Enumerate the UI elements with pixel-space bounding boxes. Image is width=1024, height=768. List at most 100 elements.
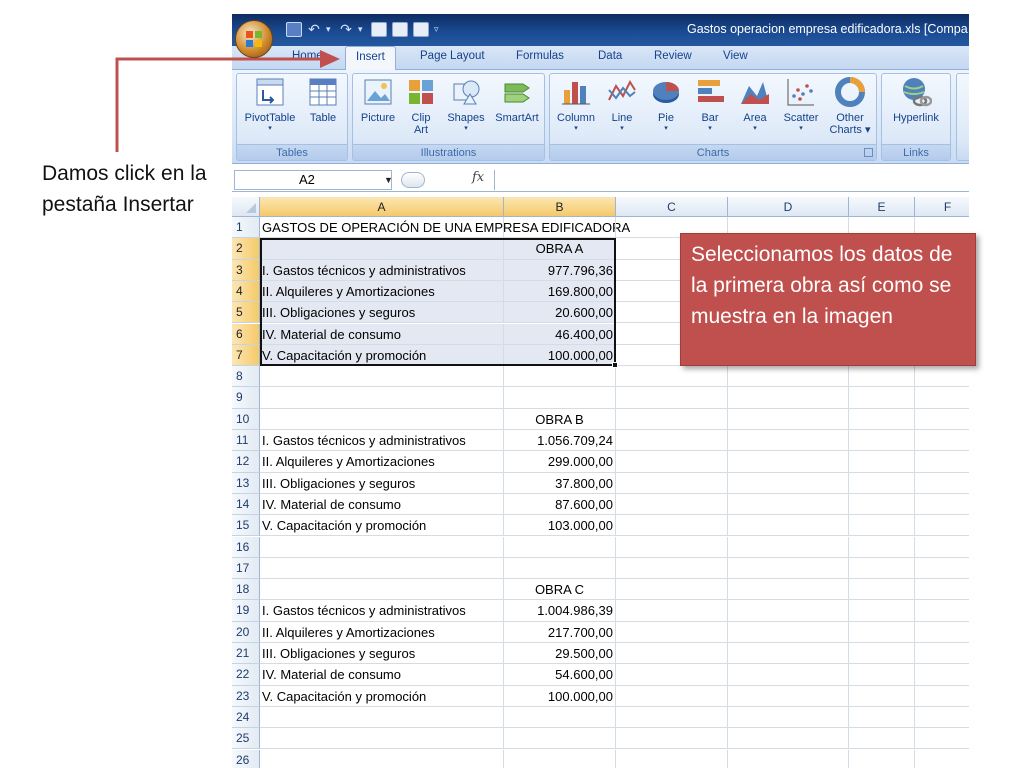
cell-c[interactable] [616,451,728,473]
cell-a[interactable]: V. Capacitación y promoción [260,515,504,537]
row-header[interactable]: 7 [232,344,260,367]
cell-a[interactable] [260,536,504,558]
formula-bar-resize-handle[interactable] [401,172,425,188]
cell-e[interactable] [849,472,915,494]
cell-a[interactable]: II. Alquileres y Amortizaciones [260,451,504,473]
cell-a[interactable]: GASTOS DE OPERACIÓN DE UNA EMPRESA EDIFI… [260,217,630,239]
chevron-down-icon[interactable]: ▾ [358,22,366,37]
cell-c[interactable] [616,664,728,686]
cell-a[interactable] [260,728,504,750]
cell-a[interactable]: II. Alquileres y Amortizaciones [260,280,504,303]
cell-d[interactable] [728,387,849,409]
tab-page-layout[interactable]: Page Layout [420,50,485,62]
cell-b[interactable]: OBRA A [504,238,616,260]
fill-handle[interactable] [612,362,618,369]
cell-a[interactable]: V. Capacitación y promoción [260,685,504,707]
cell-c[interactable] [616,579,728,601]
cell-b[interactable] [504,557,616,580]
cell-b[interactable]: 20.600,00 [504,302,616,324]
cell-c[interactable] [616,749,728,768]
cell-b[interactable] [504,217,616,239]
cell-e[interactable] [849,728,915,750]
cell-d[interactable] [728,451,849,473]
cell-a[interactable]: IV. Material de consumo [260,664,504,686]
cell-b[interactable] [504,749,616,768]
cell-d[interactable] [728,664,849,686]
row-header[interactable]: 16 [232,536,260,558]
row-header[interactable]: 4 [232,280,260,303]
column-header-f[interactable]: F [915,197,969,217]
row-header[interactable]: 17 [232,557,260,580]
cell-b[interactable]: 977.796,36 [504,259,616,281]
tab-formulas[interactable]: Formulas [516,50,564,62]
cell-b[interactable]: 87.600,00 [504,493,616,516]
line-chart-button[interactable]: Line ▾ [602,76,642,133]
cell-f[interactable] [915,494,969,516]
cell-f[interactable] [915,686,969,707]
row-header[interactable]: 9 [232,387,260,409]
insert-function-icon[interactable]: fx [472,170,484,185]
cell-b[interactable]: OBRA B [504,408,616,430]
row-header[interactable]: 23 [232,685,260,707]
cell-e[interactable] [849,621,915,643]
cell-e[interactable] [849,493,915,516]
shapes-button[interactable]: Shapes ▾ [443,76,489,133]
cell-b[interactable] [504,728,616,750]
column-header-d[interactable]: D [728,197,849,217]
cell-a[interactable]: I. Gastos técnicos y administrativos [260,259,504,281]
bar-chart-button[interactable]: Bar ▾ [688,76,732,133]
cell-b[interactable]: 100.000,00 [504,685,616,707]
chart-wizard-icon[interactable] [392,22,408,37]
smartart-button[interactable]: SmartArt [491,76,543,124]
cell-e[interactable] [849,685,915,707]
cell-f[interactable] [915,558,969,580]
row-header[interactable]: 18 [232,579,260,601]
cell-c[interactable] [616,728,728,750]
cell-f[interactable] [915,579,969,601]
cell-d[interactable] [728,408,849,430]
cell-c[interactable] [616,387,728,409]
select-all-corner[interactable] [232,197,260,217]
pivottable-button[interactable]: PivotTable ▾ [241,76,299,133]
row-header[interactable]: 5 [232,302,260,324]
save-icon[interactable] [286,22,302,37]
cell-e[interactable] [849,749,915,768]
cell-c[interactable] [616,685,728,707]
row-header[interactable]: 20 [232,621,260,643]
cell-b[interactable] [504,706,616,729]
row-header[interactable]: 15 [232,515,260,537]
cell-e[interactable] [849,664,915,686]
cell-b[interactable]: 100.000,00 [504,344,616,367]
tab-insert[interactable]: Insert [345,46,396,71]
cell-c[interactable] [616,706,728,729]
column-header-c[interactable]: C [616,197,728,217]
cell-f[interactable] [915,430,969,452]
cell-d[interactable] [728,493,849,516]
cell-b[interactable]: 299.000,00 [504,451,616,473]
cell-f[interactable] [915,387,969,409]
dialog-launcher-icon[interactable] [864,148,873,157]
cell-b[interactable]: 169.800,00 [504,280,616,303]
cell-a[interactable] [260,579,504,601]
cell-e[interactable] [849,408,915,430]
cell-a[interactable]: I. Gastos técnicos y administrativos [260,600,504,622]
row-header[interactable]: 12 [232,451,260,473]
row-header[interactable]: 2 [232,238,260,260]
column-header-a[interactable]: A [260,197,504,217]
cell-c[interactable] [616,515,728,537]
row-header[interactable]: 1 [232,217,260,239]
row-header[interactable]: 22 [232,664,260,686]
cell-f[interactable] [915,750,969,768]
row-header[interactable]: 10 [232,408,260,430]
chevron-down-icon[interactable]: ▼ [384,170,393,190]
cell-a[interactable]: V. Capacitación y promoción [260,344,504,367]
cell-c[interactable] [616,493,728,516]
row-header[interactable]: 19 [232,600,260,622]
row-header[interactable]: 25 [232,728,260,750]
cell-a[interactable]: IV. Material de consumo [260,323,504,345]
cell-f[interactable] [915,728,969,750]
cell-b[interactable]: 46.400,00 [504,323,616,345]
formula-input[interactable] [494,170,969,190]
cell-d[interactable] [728,430,849,452]
hyperlink-button[interactable]: Hyperlink [886,76,946,124]
